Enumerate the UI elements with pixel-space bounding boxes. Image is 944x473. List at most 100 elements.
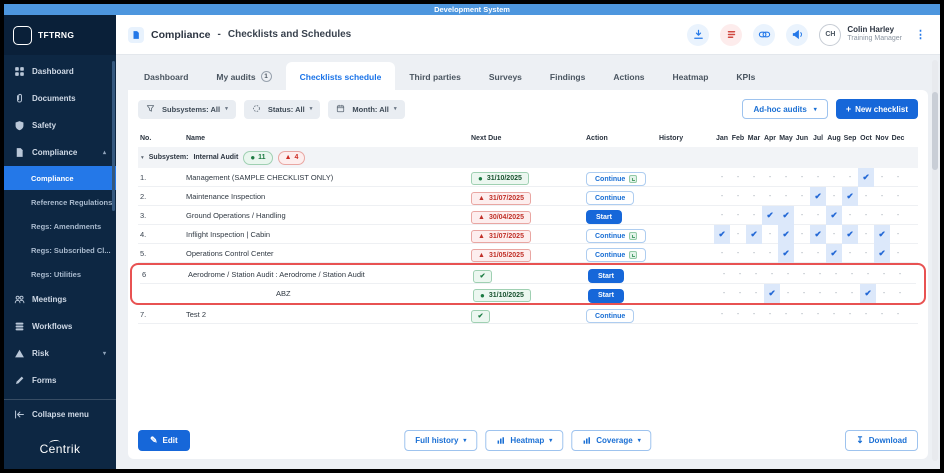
- coverage-button[interactable]: Coverage ▾: [571, 430, 652, 451]
- row-name: Ground Operations / Handling: [186, 210, 286, 220]
- tab-actions[interactable]: Actions: [599, 62, 658, 90]
- tab-third-parties[interactable]: Third parties: [395, 62, 474, 90]
- continue-button[interactable]: Continue: [586, 309, 635, 324]
- edit-button[interactable]: ✎ Edit: [138, 430, 190, 451]
- link-icon[interactable]: [753, 23, 776, 46]
- month-check-cell[interactable]: ✔: [810, 186, 826, 206]
- schedule-table: No. Name Next Due Action History Jan Feb M…: [130, 129, 926, 324]
- tab-findings[interactable]: Findings: [536, 62, 599, 90]
- sidebar-subitem-regs-subscribed-cl-[interactable]: Regs: Subscribed Cl...: [4, 238, 116, 262]
- user-menu[interactable]: CH Colin Harley Training Manager: [819, 23, 902, 46]
- sidebar-item-safety[interactable]: Safety: [4, 112, 116, 139]
- month-empty-cell: -: [848, 173, 852, 181]
- month-check-cell[interactable]: ✔: [762, 205, 778, 225]
- next-due-cell: ▲ 31/07/2025: [471, 187, 586, 205]
- heatmap-button[interactable]: Heatmap ▾: [485, 430, 564, 451]
- month-check-cell[interactable]: ✔: [842, 186, 858, 206]
- tab-my-audits[interactable]: My audits 1: [202, 62, 285, 90]
- month-check-cell[interactable]: ✔: [778, 243, 794, 263]
- sidebar-subitem-reference-regulations[interactable]: Reference Regulations: [4, 190, 116, 214]
- row-name: Aerodrome / Station Audit : Aerodrome / …: [188, 269, 365, 279]
- scrollbar-thumb[interactable]: [932, 92, 938, 170]
- month-check-cell[interactable]: ✔: [874, 224, 890, 244]
- sidebar-item-meetings[interactable]: Meetings: [4, 286, 116, 313]
- month-check-cell[interactable]: ✔: [746, 224, 762, 244]
- month-check-cell[interactable]: ✔: [842, 224, 858, 244]
- filter-status[interactable]: Status: All ▾: [243, 99, 321, 119]
- table-row[interactable]: 2. Maintenance Inspection ▲ 31/07/2025 Conti…: [138, 186, 918, 206]
- sidebar-subitem-regs-amendments[interactable]: Regs: Amendments: [4, 214, 116, 238]
- month-check-cell[interactable]: ✔: [860, 284, 876, 303]
- centrik-logo: Centrik: [4, 429, 116, 469]
- months-cells: - - - ✔ ✔ - - ✔ - - - -: [714, 205, 906, 225]
- month-check-cell[interactable]: ✔: [778, 205, 794, 225]
- new-checklist-button[interactable]: + New checklist: [835, 99, 918, 119]
- page-scrollbar[interactable]: [932, 60, 938, 461]
- sidebar-subitem-regs-utilities[interactable]: Regs: Utilities: [4, 262, 116, 286]
- tab-label: Findings: [549, 71, 586, 82]
- month-check-cell[interactable]: ✔: [826, 205, 842, 225]
- tab-checklists-schedule[interactable]: Checklists schedule: [285, 62, 396, 90]
- user-name: Colin Harley: [847, 25, 895, 35]
- row-number: 7.: [140, 309, 147, 319]
- chevron-down-icon: ▾: [813, 106, 817, 113]
- page-title: Compliance: [151, 28, 211, 41]
- subsystem-group-row[interactable]: ▾ Subsystem: Internal Audit ● 11 ▲ 4: [138, 147, 918, 168]
- start-button[interactable]: Start: [588, 288, 624, 303]
- sidebar-item-risk[interactable]: Risk ▾: [4, 340, 116, 367]
- due-date-ok-badge: ● 31/10/2025: [471, 172, 529, 185]
- start-button[interactable]: Start: [588, 269, 624, 284]
- table-row[interactable]: 5. Operations Control Center ▲ 31/05/2025 Co…: [138, 243, 918, 263]
- activity-list-icon[interactable]: [720, 23, 743, 46]
- download-tray-icon[interactable]: [687, 23, 710, 46]
- continue-button[interactable]: Continue: [586, 248, 647, 263]
- month-empty-cell: -: [752, 192, 756, 200]
- filter-funnel[interactable]: Subsystems: All ▾: [138, 99, 236, 119]
- sidebar-item-workflows[interactable]: Workflows: [4, 313, 116, 340]
- action-cell: Start: [588, 284, 661, 303]
- month-check-cell[interactable]: ✔: [874, 243, 890, 263]
- continue-button[interactable]: Continue: [586, 172, 647, 187]
- sidebar-item-compliance[interactable]: Compliance ▴: [4, 139, 116, 166]
- table-row[interactable]: 1. Management (SAMPLE CHECKLIST ONLY) ● 31/…: [138, 167, 918, 187]
- table-row[interactable]: 7. Test 2 ✔ Continue - - - - - - - - - - - -: [138, 305, 918, 324]
- row-name: Maintenance Inspection: [186, 191, 266, 201]
- tab-kpis[interactable]: KPIs: [722, 62, 769, 90]
- table-row[interactable]: 4. Inflight Inspection | Cabin ▲ 31/07/2025…: [138, 224, 918, 244]
- download-button[interactable]: ↧ Download: [845, 430, 918, 451]
- tab-heatmap[interactable]: Heatmap: [659, 62, 723, 90]
- table-row[interactable]: 3. Ground Operations / Handling ▲ 30/04/202…: [138, 205, 918, 225]
- full-history-button[interactable]: Full history ▾: [404, 430, 478, 451]
- tab-dashboard[interactable]: Dashboard: [130, 62, 202, 90]
- adhoc-audits-button[interactable]: Ad-hoc audits ▾: [742, 99, 828, 119]
- continue-button[interactable]: Continue: [586, 191, 635, 206]
- month-check-cell[interactable]: ✔: [858, 167, 874, 187]
- table-row[interactable]: ABZ ● 31/10/2025 Start - - - ✔ - - - - - ✔ - -: [140, 284, 916, 303]
- month-check-cell[interactable]: ✔: [778, 224, 794, 244]
- sidebar: TFTRNG Dashboard Documents Safety Complianc…: [4, 15, 116, 469]
- meetings-icon: [14, 294, 25, 305]
- month-col-header: Feb: [731, 134, 745, 142]
- table-row[interactable]: 6 Aerodrome / Station Audit : Aerodrome /…: [140, 265, 916, 284]
- month-check-cell[interactable]: ✔: [764, 284, 780, 303]
- start-button[interactable]: Start: [586, 210, 622, 225]
- sidebar-item-documents[interactable]: Documents: [4, 85, 116, 112]
- row-name: Test 2: [186, 309, 207, 319]
- sidebar-item-forms[interactable]: Forms: [4, 367, 116, 394]
- month-check-cell[interactable]: ✔: [826, 243, 842, 263]
- tab-surveys[interactable]: Surveys: [475, 62, 536, 90]
- months-cells: - - - ✔ - - - - - ✔ - -: [716, 284, 908, 303]
- group-collapse-caret-icon[interactable]: ▾: [141, 155, 144, 161]
- month-check-cell[interactable]: ✔: [810, 224, 826, 244]
- tab-label: Surveys: [488, 71, 522, 82]
- kebab-menu-icon[interactable]: ⋮: [913, 28, 928, 41]
- sidebar-subitem-compliance[interactable]: Compliance: [4, 166, 116, 190]
- megaphone-icon[interactable]: [786, 23, 809, 46]
- col-no: No.: [140, 134, 152, 142]
- filter-calendar[interactable]: Month: All ▾: [328, 99, 405, 119]
- sidebar-item-dashboard[interactable]: Dashboard: [4, 58, 116, 85]
- sidebar-item-collapse-menu[interactable]: Collapse menu: [4, 399, 116, 429]
- next-due-cell: ● 31/10/2025: [473, 285, 588, 303]
- continue-button[interactable]: Continue: [586, 229, 647, 244]
- month-check-cell[interactable]: ✔: [714, 224, 730, 244]
